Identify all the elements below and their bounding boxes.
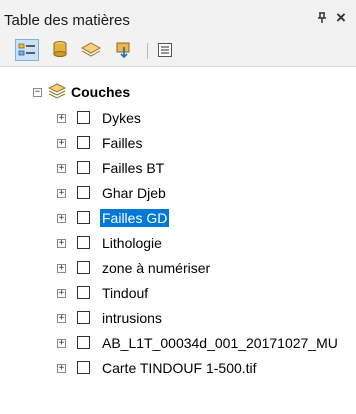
layer-visibility-checkbox[interactable] xyxy=(77,211,90,224)
layer-visibility-checkbox[interactable] xyxy=(77,261,90,274)
list-by-drawing-order-button[interactable] xyxy=(15,39,39,61)
layer-visibility-checkbox[interactable] xyxy=(77,311,90,324)
list-by-selection-button[interactable] xyxy=(112,39,136,61)
layer-label: Failles GD xyxy=(100,209,170,227)
layer-label: Ghar Djeb xyxy=(102,185,166,201)
panel-title: Table des matières xyxy=(4,12,130,29)
pin-icon[interactable] xyxy=(317,11,327,27)
layer-visibility-checkbox[interactable] xyxy=(77,136,90,149)
root-label: Couches xyxy=(71,84,131,100)
layer-label: Carte TINDOUF 1-500.tif xyxy=(102,360,257,376)
layer-label: Failles BT xyxy=(102,160,165,176)
selection-icon xyxy=(116,42,130,59)
toolbar-separator xyxy=(147,43,148,59)
layer-visibility-checkbox[interactable] xyxy=(77,286,90,299)
list-drawing-order-icon xyxy=(18,43,35,56)
layer-row[interactable]: + Carte TINDOUF 1-500.tif xyxy=(0,357,356,379)
layer-row[interactable]: + intrusions xyxy=(0,307,356,329)
layer-label: zone à numériser xyxy=(102,260,211,276)
layer-row[interactable]: + zone à numériser xyxy=(0,257,356,279)
layer-label: intrusions xyxy=(102,310,162,326)
layer-visibility-checkbox[interactable] xyxy=(77,236,90,249)
expand-icon[interactable]: + xyxy=(57,339,66,348)
list-by-visibility-button[interactable] xyxy=(79,39,103,61)
layer-row-selected[interactable]: + Failles GD xyxy=(0,207,356,229)
options-list-icon xyxy=(158,43,172,57)
layer-label: Tindouf xyxy=(102,285,149,301)
layer-row[interactable]: + Failles xyxy=(0,132,356,154)
layer-row[interactable]: + Dykes xyxy=(0,107,356,129)
layer-row[interactable]: + AB_L1T_00034d_001_20171027_MU xyxy=(0,332,356,354)
toc-tree: − Couches + Dykes + Failles + Failles BT xyxy=(0,67,356,414)
layer-visibility-checkbox[interactable] xyxy=(77,111,90,124)
layer-row[interactable]: + Failles BT xyxy=(0,157,356,179)
expand-icon[interactable]: + xyxy=(57,139,66,148)
layer-label: AB_L1T_00034d_001_20171027_MU xyxy=(102,335,338,351)
expand-icon[interactable]: + xyxy=(57,264,66,273)
expand-icon[interactable]: + xyxy=(57,289,66,298)
layer-row[interactable]: + Lithologie xyxy=(0,232,356,254)
expand-icon[interactable]: + xyxy=(57,364,66,373)
database-icon xyxy=(53,41,67,57)
expand-icon[interactable]: + xyxy=(57,214,66,223)
expand-icon[interactable]: + xyxy=(57,189,66,198)
tree-root-couches[interactable]: − Couches xyxy=(0,81,356,103)
layer-label: Lithologie xyxy=(102,235,162,251)
toc-toolbar xyxy=(0,32,356,67)
expand-icon[interactable]: + xyxy=(57,114,66,123)
close-icon[interactable]: × xyxy=(336,8,346,28)
expand-icon[interactable]: + xyxy=(57,314,66,323)
list-by-source-button[interactable] xyxy=(48,39,72,61)
layer-visibility-checkbox[interactable] xyxy=(77,161,90,174)
layers-folder-icon xyxy=(47,83,67,102)
layers-icon xyxy=(81,42,101,57)
layer-label: Failles xyxy=(102,135,143,151)
options-button[interactable] xyxy=(153,39,177,61)
layer-row[interactable]: + Ghar Djeb xyxy=(0,182,356,204)
layer-visibility-checkbox[interactable] xyxy=(77,186,90,199)
layer-label: Dykes xyxy=(102,110,141,126)
layer-row[interactable]: + Tindouf xyxy=(0,282,356,304)
expand-icon[interactable]: + xyxy=(57,239,66,248)
panel-titlebar: Table des matières × xyxy=(0,0,356,32)
collapse-icon[interactable]: − xyxy=(33,88,42,97)
layer-visibility-checkbox[interactable] xyxy=(77,336,90,349)
expand-icon[interactable]: + xyxy=(57,164,66,173)
layer-visibility-checkbox[interactable] xyxy=(77,361,90,374)
